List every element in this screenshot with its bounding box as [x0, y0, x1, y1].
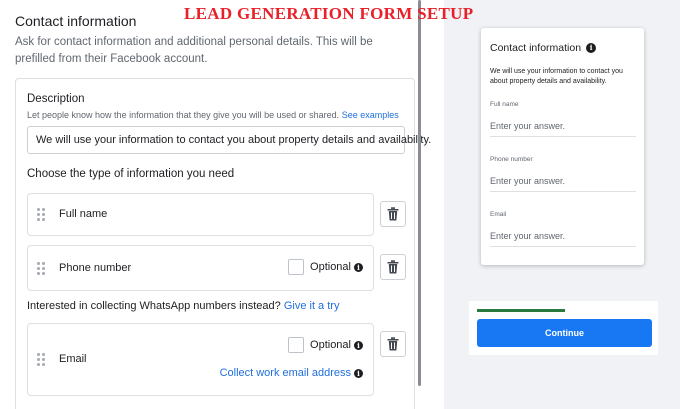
preview-description: We will use your information to contact …: [490, 68, 623, 85]
optional-checkbox[interactable]: [288, 337, 305, 353]
trash-icon: [387, 260, 399, 274]
optional-control: Optional i: [288, 337, 363, 353]
collect-work-email-link[interactable]: Collect work email address i: [220, 367, 363, 379]
editor-panel: Contact information Ask for contact info…: [0, 0, 431, 409]
drag-handle-icon[interactable]: [37, 208, 45, 221]
field-row-email[interactable]: Email Optional i Collect work email addr…: [27, 323, 374, 396]
whatsapp-prompt: Interested in collecting WhatsApp number…: [27, 300, 339, 312]
info-icon[interactable]: i: [354, 262, 363, 272]
preview-panel: Contact information i We will use your i…: [444, 0, 680, 409]
preview-field-label: Email: [490, 211, 507, 218]
delete-email-button[interactable]: [380, 331, 406, 357]
preview-field-label: Full name: [490, 101, 519, 108]
preview-full-name-input[interactable]: Enter your answer.: [490, 121, 636, 137]
see-examples-link[interactable]: See examples: [342, 110, 399, 120]
info-icon[interactable]: i: [354, 368, 363, 378]
delete-full-name-button[interactable]: [380, 201, 406, 227]
description-help: Let people know how the information that…: [27, 110, 399, 120]
banner-title: LEAD GENERATION FORM SETUP: [184, 4, 474, 23]
preview-email-input[interactable]: Enter your answer.: [490, 231, 636, 247]
trash-icon: [387, 207, 399, 221]
trash-icon: [387, 337, 399, 351]
field-name: Full name: [59, 208, 108, 220]
optional-label: Optional: [310, 339, 351, 351]
preview-footer: Continue: [469, 301, 658, 355]
description-help-text: Let people know how the information that…: [27, 110, 340, 120]
preview-title-text: Contact information: [490, 42, 582, 54]
delete-phone-number-button[interactable]: [380, 254, 406, 280]
description-input[interactable]: We will use your information to contact …: [27, 126, 431, 154]
field-name: Email: [59, 353, 87, 365]
field-name: Phone number: [59, 262, 132, 274]
whatsapp-text: Interested in collecting WhatsApp number…: [27, 300, 281, 312]
contact-info-card: Description Let people know how the info…: [15, 78, 431, 409]
optional-control: Optional i: [288, 259, 363, 275]
drag-handle-icon[interactable]: [37, 353, 45, 366]
section-title: Contact information: [15, 13, 137, 29]
field-row-full-name[interactable]: Full name: [27, 193, 374, 236]
preview-field-label: Phone number: [490, 156, 533, 163]
preview-phone-input[interactable]: Enter your answer.: [490, 176, 636, 192]
progress-bar: [477, 309, 565, 312]
info-icon[interactable]: i: [586, 43, 597, 53]
optional-checkbox[interactable]: [288, 259, 305, 275]
panel-scrollbar[interactable]: [418, 0, 421, 386]
optional-label: Optional: [310, 261, 351, 273]
drag-handle-icon[interactable]: [37, 262, 45, 275]
give-it-a-try-link[interactable]: Give it a try: [284, 300, 340, 312]
form-preview-card: Contact information i We will use your i…: [481, 28, 644, 265]
preview-title: Contact information i: [490, 42, 597, 54]
description-label: Description: [27, 93, 85, 105]
choose-info-label: Choose the type of information you need: [27, 168, 235, 180]
continue-button[interactable]: Continue: [477, 319, 652, 347]
field-row-phone-number[interactable]: Phone number Optional i: [27, 245, 374, 291]
section-description: Ask for contact information and addition…: [15, 36, 373, 65]
info-icon[interactable]: i: [354, 340, 363, 350]
collect-work-email-label: Collect work email address: [219, 367, 351, 379]
